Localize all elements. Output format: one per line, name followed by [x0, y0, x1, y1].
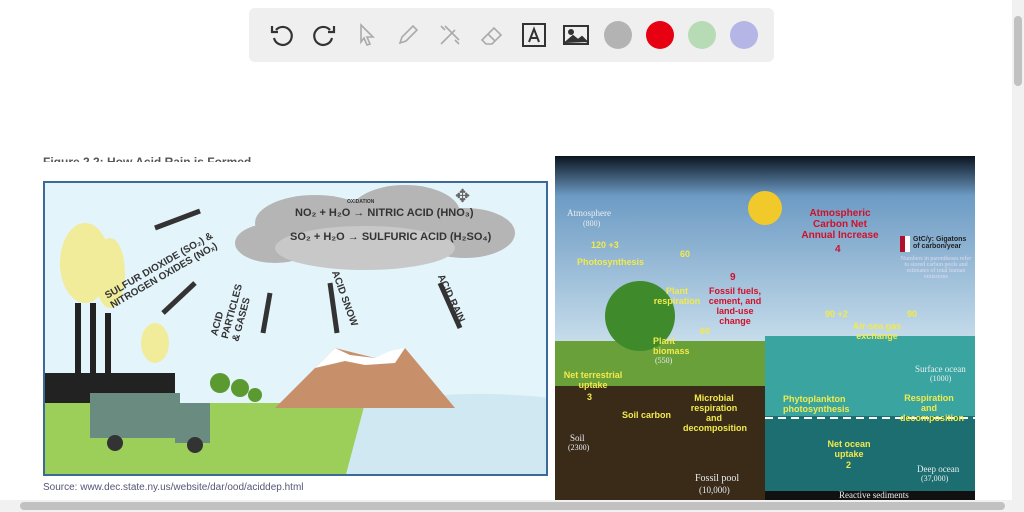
atmospheric-increase-value: 4: [835, 244, 841, 255]
respiration-decomposition-label: Respiration and decomposition: [900, 393, 965, 423]
reactive-sediments-label: Reactive sediments: [839, 490, 909, 500]
photosynthesis-label: Photosynthesis: [577, 257, 645, 267]
vertical-scroll-thumb[interactable]: [1014, 16, 1022, 86]
sulfuric-acid-equation: SO₂ + H₂O → SULFURIC ACID (H₂SO₄): [290, 231, 492, 243]
undo-button[interactable]: [261, 14, 303, 56]
pencil-icon: [398, 24, 419, 45]
atmosphere-value: (800): [583, 219, 601, 228]
text-box-icon: [522, 23, 546, 47]
legend-note: Numbers in parentheses refer to stored c…: [900, 256, 972, 280]
net-ocean-value: 2: [846, 460, 852, 470]
fossil-pool-value: (10,000): [699, 485, 730, 495]
text-tool[interactable]: [513, 14, 555, 56]
figure-caption: Figure 2 2: How Acid Rain is Formed: [43, 155, 252, 162]
fossil-pool-label: Fossil pool: [695, 473, 740, 484]
eraser-icon: [480, 26, 503, 45]
plant-biomass-label: Plant biomass: [653, 336, 690, 356]
figure-source: Source: www.dec.state.ny.us/website/dar/…: [43, 482, 304, 493]
carbon-cycle-illustration: [555, 156, 975, 500]
image-icon: [563, 25, 589, 45]
deep-ocean-label: Deep ocean: [917, 464, 960, 474]
soil-carbon-label: Soil carbon: [622, 410, 672, 420]
respiration-value: 60: [680, 249, 691, 259]
undo-icon: [270, 25, 293, 47]
image-tool[interactable]: [555, 14, 597, 56]
color-green[interactable]: [681, 14, 723, 56]
atmospheric-increase-label: Atmospheric Carbon Net Annual Increase: [801, 208, 879, 241]
photosynthesis-value: 120 +3: [591, 240, 619, 250]
redo-button[interactable]: [303, 14, 345, 56]
microbial-value: 60: [700, 326, 711, 336]
horizontal-scroll-thumb[interactable]: [20, 502, 1005, 510]
phytoplankton-label: Phytoplankton photosynthesis: [783, 394, 850, 414]
fossil-fuel-label: Fossil fuels, cement, and land-use chang…: [708, 286, 762, 326]
color-gray[interactable]: [597, 14, 639, 56]
atmosphere-label: Atmosphere: [567, 208, 611, 218]
surface-ocean-label: Surface ocean: [915, 364, 966, 374]
pencil-tool[interactable]: [387, 14, 429, 56]
ocean-in-value: 90 +2: [825, 309, 848, 319]
soil-label: Soil: [570, 433, 585, 443]
color-lavender[interactable]: [723, 14, 765, 56]
plant-respiration-label: Plant respiration: [653, 286, 701, 306]
fossil-fuel-value: 9: [730, 272, 736, 283]
pointer-icon: [360, 23, 375, 46]
move-cursor-icon: ✥: [455, 186, 471, 206]
net-ocean-label: Net ocean uptake: [827, 439, 871, 459]
redo-icon: [313, 25, 336, 47]
surface-ocean-value: (1000): [930, 374, 952, 383]
net-terrestrial-label: Net terrestrial uptake: [563, 370, 623, 390]
air-sea-exchange-label: Air-sea gas exchange: [852, 321, 902, 341]
tools-button[interactable]: [429, 14, 471, 56]
color-red[interactable]: [639, 14, 681, 56]
drawing-toolbar: [249, 8, 774, 62]
carbon-cycle-figure[interactable]: Atmosphere (800) 120 +3 Photosynthesis 6…: [555, 156, 975, 500]
nitric-acid-equation: NO₂ + H₂O → NITRIC ACID (HNO₃): [295, 207, 474, 219]
legend-label: GtC/y: Gigatons of carbon/year: [913, 236, 967, 250]
vertical-scrollbar[interactable]: [1012, 0, 1024, 500]
net-terrestrial-value: 3: [587, 392, 593, 402]
deep-ocean-value: (37,000): [921, 474, 949, 483]
legend-arrows-icon: [900, 236, 910, 252]
horizontal-scrollbar[interactable]: [0, 500, 1024, 512]
plant-biomass-value: (550): [655, 356, 673, 365]
microbial-label: Microbial respiration and decomposition: [683, 393, 748, 433]
tools-icon: [440, 25, 460, 45]
select-tool[interactable]: [345, 14, 387, 56]
soil-value: (2300): [568, 443, 590, 452]
eraser-tool[interactable]: [471, 14, 513, 56]
oxidation-label: OXIDATION: [347, 199, 375, 205]
acid-rain-illustration: [45, 185, 546, 474]
ocean-out-value: 90: [907, 309, 918, 319]
acid-rain-figure[interactable]: NO₂ + H₂O → NITRIC ACID (HNO₃) OXIDATION…: [43, 181, 548, 476]
